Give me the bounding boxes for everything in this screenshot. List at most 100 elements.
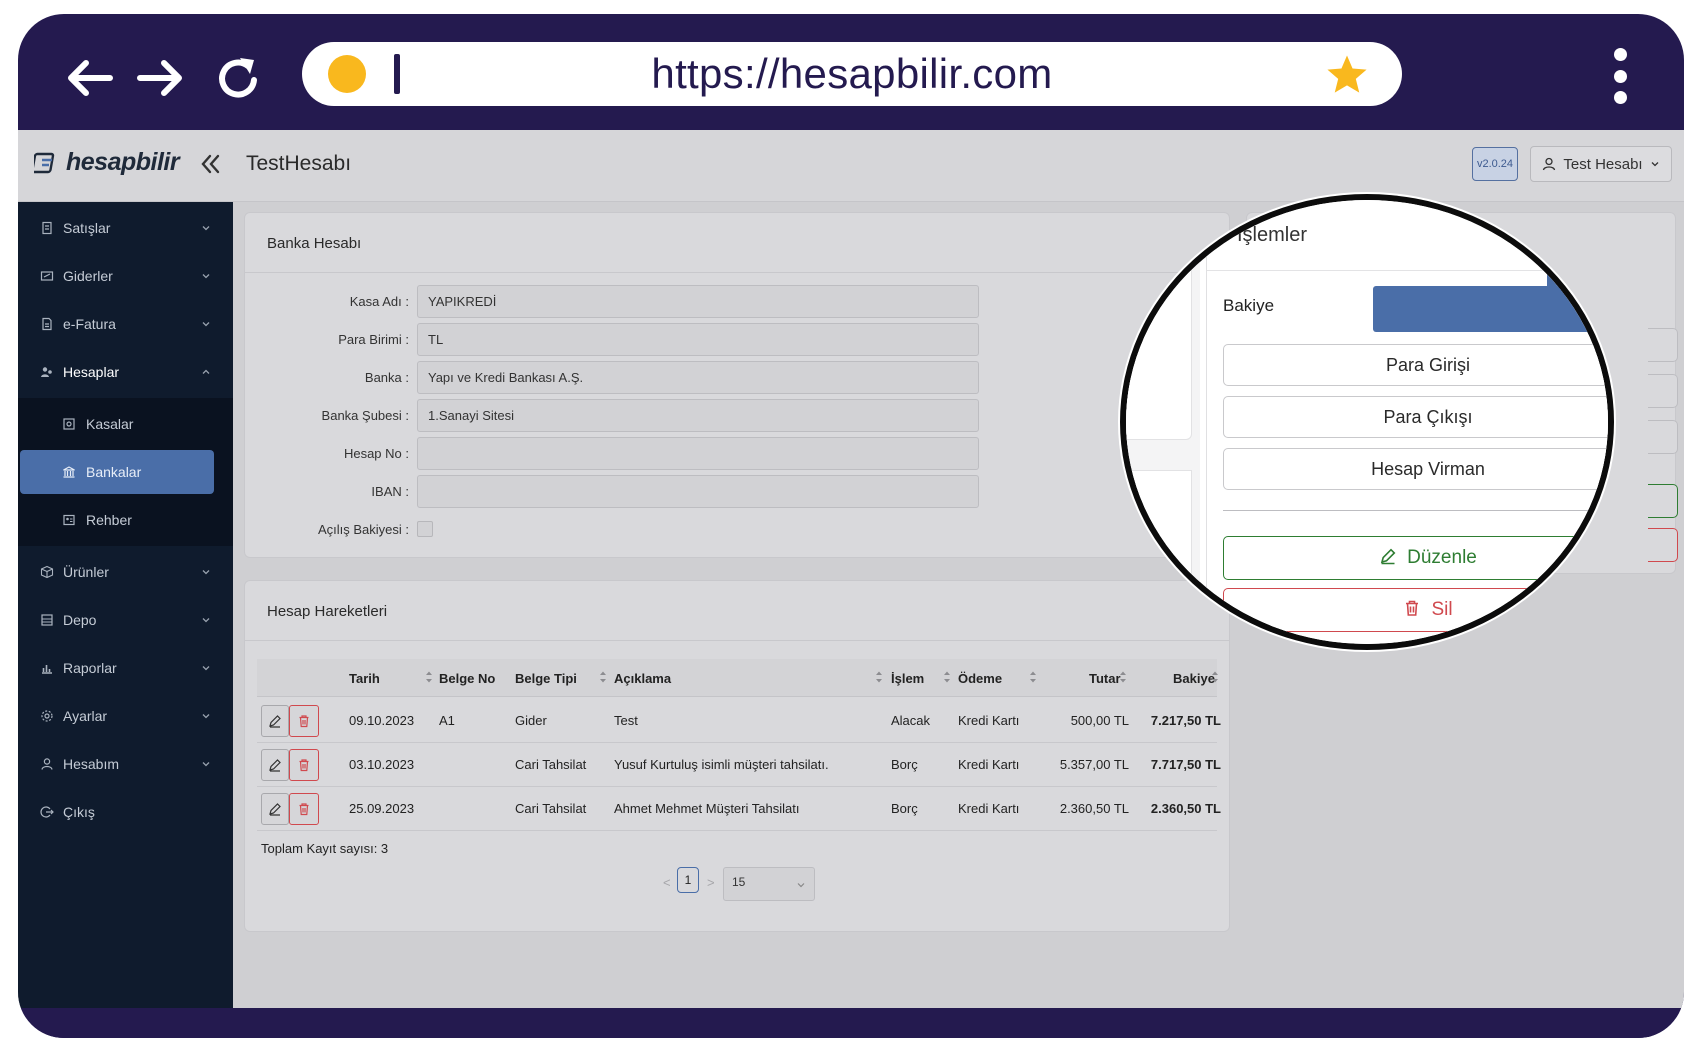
column-header-bakiye[interactable]: Bakiye (1173, 671, 1215, 686)
kebab-menu-icon[interactable] (1608, 48, 1632, 104)
column-header-odeme[interactable]: Ödeme (958, 671, 1002, 686)
sidebar-item-label: Çıkış (63, 804, 95, 820)
sidebar-item-giderler[interactable]: Giderler (18, 252, 233, 300)
para-cikisi-button[interactable]: Para Çıkışı (1223, 396, 1608, 438)
address-bar[interactable]: https://hesapbilir.com (302, 42, 1402, 106)
cell-islem: Borç (891, 801, 918, 816)
cell-tarih: 25.09.2023 (349, 801, 415, 816)
row-edit-button[interactable] (261, 705, 289, 737)
user-icon (41, 758, 53, 770)
table-row: 25.09.2023 Cari Tahsilat Ahmet Mehmet Mü… (257, 787, 1221, 831)
card-header (245, 213, 1229, 273)
cell-belge-tipi: Cari Tahsilat (515, 801, 587, 816)
pagination-prev-button[interactable]: < (663, 875, 671, 890)
total-records-label: Toplam Kayıt sayısı: 3 (261, 841, 389, 856)
column-header-islem[interactable]: İşlem (891, 671, 924, 686)
button-edge (1648, 484, 1678, 518)
user-icon (1543, 157, 1556, 171)
banka-subesi-field[interactable]: 1.Sanayi Sitesi (417, 399, 979, 432)
iban-field[interactable] (417, 475, 979, 508)
cell-islem: Borç (891, 757, 918, 772)
delete-button-label: Sil (1431, 599, 1453, 620)
delete-button[interactable]: Sil (1223, 588, 1608, 632)
sort-icon[interactable] (599, 670, 607, 684)
cell-tarih: 09.10.2023 (349, 713, 415, 728)
hesaplar-submenu: Kasalar Bankalar Rehber (18, 398, 233, 546)
sort-icon[interactable] (1211, 670, 1219, 684)
row-edit-button[interactable] (261, 793, 289, 825)
reload-button[interactable] (206, 46, 270, 110)
row-delete-button[interactable] (289, 705, 319, 737)
para-girisi-button[interactable]: Para Girişi (1223, 344, 1608, 386)
edit-button[interactable]: Düzenle (1223, 536, 1608, 580)
sidebar-item-hesaplar[interactable]: Hesaplar (18, 348, 233, 396)
hesap-virman-button[interactable]: Hesap Virman (1223, 448, 1608, 490)
submenu-item-kasalar[interactable]: Kasalar (20, 402, 214, 446)
sort-icon[interactable] (1119, 670, 1127, 684)
submenu-item-rehber[interactable]: Rehber (20, 498, 214, 542)
sidebar-item-cikis[interactable]: Çıkış (18, 788, 233, 836)
row-delete-button[interactable] (289, 793, 319, 825)
chevron-down-icon (797, 883, 805, 888)
cell-belge-tipi: Cari Tahsilat (515, 757, 587, 772)
user-menu-button[interactable]: Test Hesabı (1530, 146, 1672, 182)
sort-icon[interactable] (943, 670, 951, 684)
field-label-acilis-bakiyesi: Açılış Bakiyesi : (317, 522, 409, 537)
sidebar-item-ayarlar[interactable]: Ayarlar (18, 692, 233, 740)
pagination-next-button[interactable]: > (707, 875, 715, 890)
arrow-left-icon (68, 60, 113, 96)
safe-icon (63, 418, 75, 430)
column-header-tarih[interactable]: Tarih (349, 671, 380, 686)
cell-odeme: Kredi Kartı (958, 713, 1020, 728)
sidebar-item-raporlar[interactable]: Raporlar (18, 644, 233, 692)
chevron-down-icon (202, 714, 210, 719)
sidebar-item-depo[interactable]: Depo (18, 596, 233, 644)
card-title: Hesap Hareketleri (267, 603, 388, 620)
button-edge (1648, 328, 1678, 362)
logout-icon (40, 806, 54, 818)
submenu-item-label: Kasalar (86, 416, 134, 432)
page-size-select[interactable]: 15 (723, 867, 815, 901)
chevron-down-icon (202, 570, 210, 575)
sort-icon[interactable] (1029, 670, 1037, 684)
operations-title: İşlemler (1237, 224, 1308, 246)
pagination-current-page[interactable]: 1 (677, 867, 699, 893)
sort-icon[interactable] (875, 670, 883, 684)
back-button[interactable] (58, 46, 122, 110)
column-header-aciklama[interactable]: Açıklama (614, 671, 671, 686)
row-edit-button[interactable] (261, 749, 289, 781)
url-text[interactable]: https://hesapbilir.com (302, 42, 1402, 106)
magnifier-overlay: İşlemler 17,50 TL Bakiye 7.36 Para Giriş… (1120, 194, 1614, 650)
collapse-sidebar-icon[interactable] (194, 148, 226, 180)
sidebar-item-label: Ürünler (63, 564, 109, 580)
sidebar-item-efatura[interactable]: e-Fatura (18, 300, 233, 348)
sort-icon[interactable] (425, 670, 433, 684)
sidebar-item-satislar[interactable]: Satışlar (18, 204, 233, 252)
button-edge (1648, 374, 1678, 408)
column-header-tutar[interactable]: Tutar (1089, 671, 1121, 686)
kasa-adi-field[interactable]: YAPIKREDİ (417, 285, 979, 318)
opening-balance-checkbox[interactable] (417, 521, 433, 537)
bank-account-card: Banka Hesabı Kasa Adı : YAPIKREDİ Para B… (244, 212, 1230, 558)
trash-icon (299, 803, 309, 816)
sidebar-item-hesabim[interactable]: Hesabım (18, 740, 233, 788)
cell-tutar: 2.360,50 TL (1059, 801, 1129, 816)
pencil-icon (269, 715, 281, 728)
column-header-belge-tipi[interactable]: Belge Tipi (515, 671, 577, 686)
card-title: Banka Hesabı (267, 235, 362, 252)
app-logo[interactable]: hesapbilir (34, 148, 180, 177)
submenu-item-bankalar[interactable]: Bankalar (20, 450, 214, 494)
para-birimi-field[interactable]: TL (417, 323, 979, 356)
column-header-belge-no[interactable]: Belge No (439, 671, 495, 686)
hesap-no-field[interactable] (417, 437, 979, 470)
star-icon[interactable] (1324, 52, 1370, 98)
divider (1223, 510, 1608, 511)
banka-field[interactable]: Yapı ve Kredi Bankası A.Ş. (417, 361, 979, 394)
trash-icon (299, 715, 309, 728)
cell-bakiye: 2.360,50 TL (1150, 801, 1221, 816)
forward-button[interactable] (128, 46, 192, 110)
account-movements-card: Hesap Hareketleri Tarih Belge No Belge T… (244, 580, 1230, 932)
sidebar-item-urunler[interactable]: Ürünler (18, 548, 233, 596)
row-delete-button[interactable] (289, 749, 319, 781)
receipt-icon (42, 221, 52, 235)
